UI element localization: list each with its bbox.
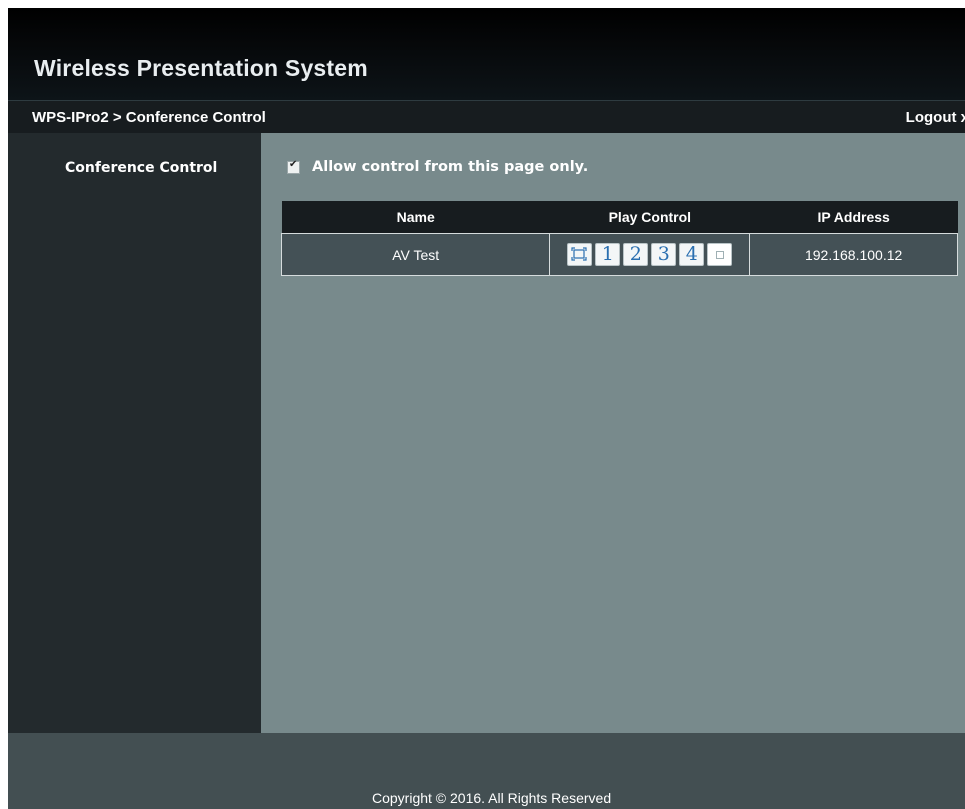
column-header-name: Name [281,201,550,234]
copyright-text: Copyright © 2016. All Rights Reserved [372,790,612,806]
table-row: AV Test 1 2 3 4 192.168.100.12 [280,233,958,276]
play-control-group: 1 2 3 4 [550,243,749,266]
play-control-cell: 1 2 3 4 [549,233,751,276]
device-name-cell: AV Test [280,233,551,276]
sidebar: Conference Control [8,133,261,733]
play-split-2-button[interactable]: 2 [623,243,649,266]
play-split-1-button[interactable]: 1 [595,243,621,266]
breadcrumb-bar: WPS-IPro2 > Conference Control Logout x [8,101,965,133]
footer: Copyright © 2016. All Rights Reserved [8,733,965,809]
main-content: Allow control from this page only. Name … [261,133,965,733]
app-header: Wireless Presentation System [8,8,965,101]
play-split-3-button[interactable]: 3 [651,243,677,266]
conference-table: Name Play Control IP Address AV Test 1 2… [280,201,958,276]
column-header-play-control: Play Control [549,201,750,234]
logout-link[interactable]: Logout x [906,109,965,126]
app-title: Wireless Presentation System [34,55,368,81]
allow-control-checkbox[interactable] [287,159,300,174]
breadcrumb: WPS-IPro2 > Conference Control [32,109,266,126]
column-header-ip-address: IP Address [749,201,958,234]
play-split-4-button[interactable]: 4 [679,243,705,266]
stop-icon[interactable] [707,243,733,266]
allow-control-label: Allow control from this page only. [312,159,589,175]
fullscreen-icon[interactable] [567,243,593,266]
ip-address-cell: 192.168.100.12 [749,233,958,276]
sidebar-item-conference-control[interactable]: Conference Control [65,160,217,176]
allow-control-option: Allow control from this page only. [287,159,588,175]
top-strip [0,0,965,8]
table-header-row: Name Play Control IP Address [281,201,958,234]
